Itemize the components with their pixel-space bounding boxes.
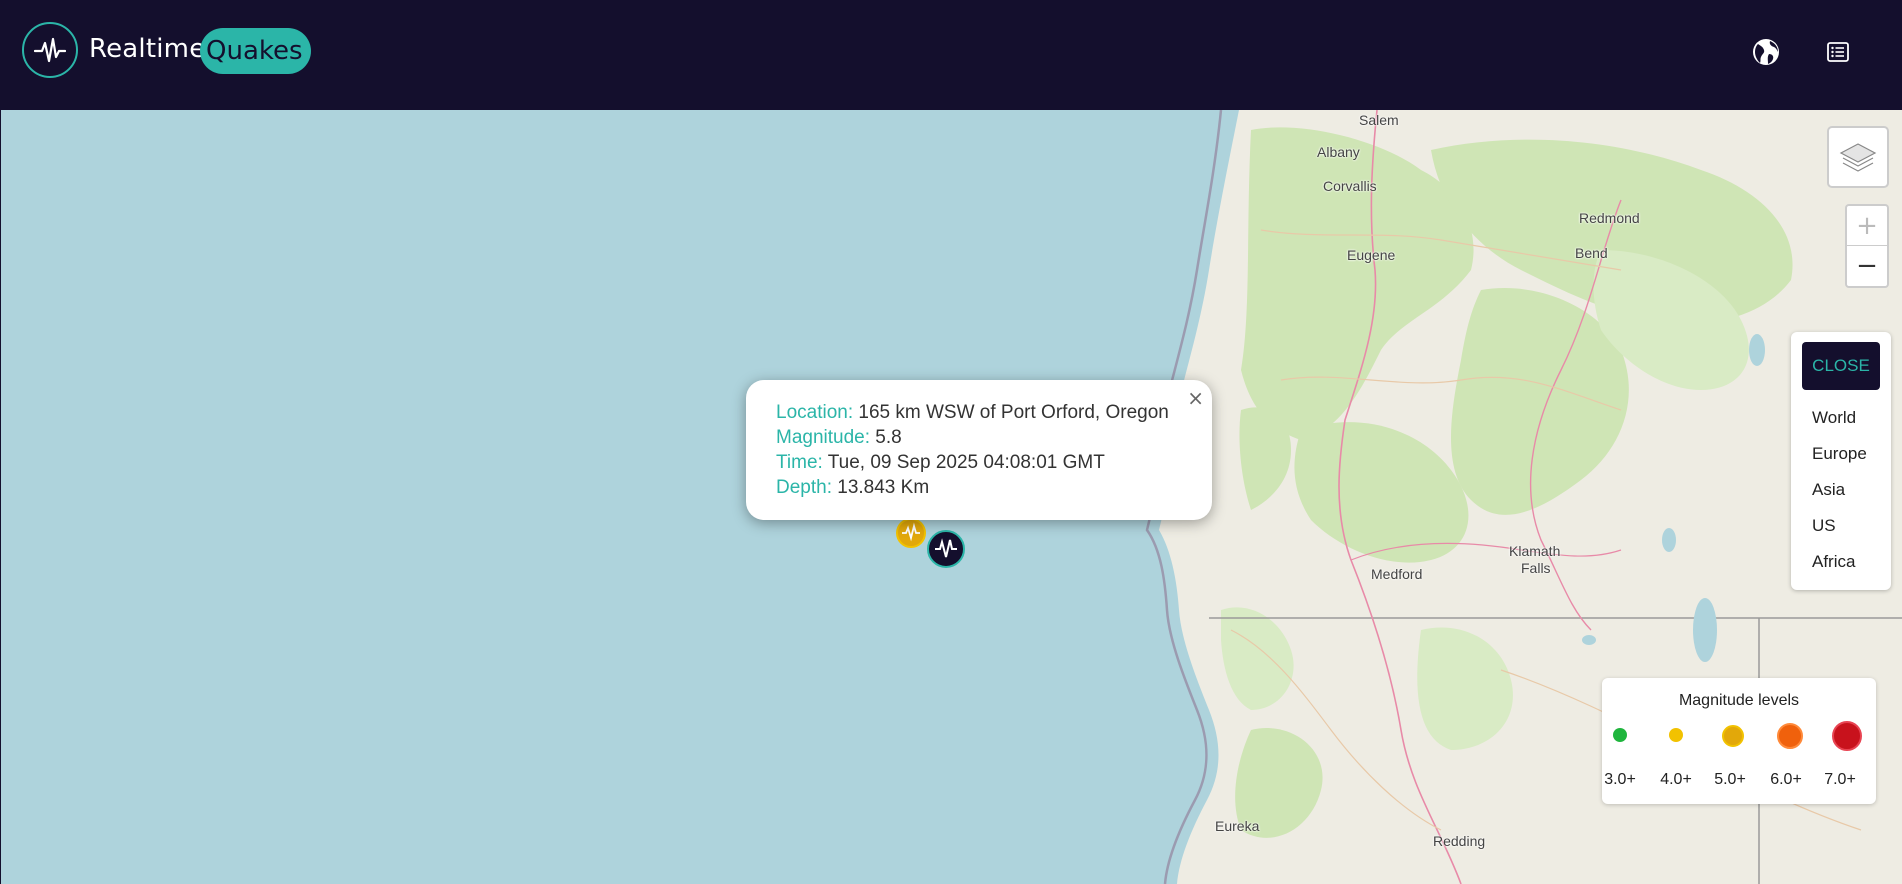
magnitude-label: Magnitude: [776, 427, 871, 448]
popup-magnitude: Magnitude: 5.8 [776, 427, 902, 449]
city-label: Albany [1317, 144, 1360, 160]
region-item-us[interactable]: US [1812, 516, 1836, 536]
city-label: Klamath [1509, 543, 1561, 559]
location-value: 165 km WSW of Port Orford, Oregon [858, 402, 1169, 423]
city-label: Redmond [1579, 210, 1640, 226]
quake-marker[interactable] [896, 518, 926, 548]
magnitude-value: 5.8 [875, 427, 902, 448]
magnitude-legend: Magnitude levels 3.0+ 4.0+ 5.0+ 6.0+ 7.0… [1602, 678, 1876, 804]
layers-icon [1839, 143, 1877, 172]
popup-depth: Depth: 13.843 Km [776, 477, 929, 499]
region-item-asia[interactable]: Asia [1812, 480, 1845, 500]
time-value: Tue, 09 Sep 2025 04:08:01 GMT [827, 452, 1105, 473]
region-panel: CLOSE World Europe Asia US Africa [1791, 332, 1891, 590]
globe-icon[interactable] [1752, 38, 1780, 66]
magnitude-3-dot [1613, 728, 1627, 742]
zoom-control: + − [1845, 204, 1889, 288]
zoom-in-button[interactable]: + [1847, 206, 1887, 246]
layers-button[interactable] [1827, 126, 1889, 188]
legend-label: 4.0+ [1660, 771, 1692, 788]
city-label: Medford [1371, 566, 1423, 582]
region-item-world[interactable]: World [1812, 408, 1856, 428]
close-button[interactable]: CLOSE [1802, 342, 1880, 390]
legend-label: 3.0+ [1604, 771, 1636, 788]
quake-popup: × Location: 165 km WSW of Port Orford, O… [746, 380, 1212, 520]
city-label: Eugene [1347, 247, 1396, 263]
legend-label: 7.0+ [1824, 771, 1856, 788]
popup-close-button[interactable]: × [1187, 386, 1204, 410]
brand-badge: Quakes [200, 28, 311, 74]
magnitude-7-dot [1832, 721, 1862, 751]
legend-title: Magnitude levels [1678, 692, 1800, 709]
list-icon[interactable] [1824, 38, 1852, 66]
city-label: Corvallis [1323, 178, 1377, 194]
zoom-out-button[interactable]: − [1847, 246, 1887, 286]
city-label: Redding [1433, 833, 1486, 849]
city-label: Eureka [1215, 818, 1260, 834]
city-label: Salem [1359, 112, 1399, 128]
popup-location: Location: 165 km WSW of Port Orford, Ore… [776, 402, 1169, 424]
selected-quake-marker[interactable] [927, 530, 965, 568]
city-label: Falls [1521, 560, 1551, 576]
region-item-africa[interactable]: Africa [1812, 552, 1855, 572]
top-bar: Realtime Quakes [0, 0, 1902, 110]
region-item-europe[interactable]: Europe [1812, 444, 1867, 464]
location-label: Location: [776, 402, 854, 423]
depth-value: 13.843 Km [837, 477, 930, 498]
logo-pulse-icon[interactable] [22, 22, 78, 78]
legend-label: 6.0+ [1770, 771, 1802, 788]
brand-name: Realtime [89, 34, 206, 64]
popup-time: Time: Tue, 09 Sep 2025 04:08:01 GMT [776, 452, 1105, 474]
magnitude-6-dot [1777, 723, 1803, 749]
magnitude-4-dot [1669, 728, 1683, 742]
magnitude-5-dot [1722, 725, 1744, 747]
city-label: Bend [1575, 245, 1608, 261]
legend-label: 5.0+ [1714, 771, 1746, 788]
time-label: Time: [776, 452, 823, 473]
depth-label: Depth: [776, 477, 832, 498]
